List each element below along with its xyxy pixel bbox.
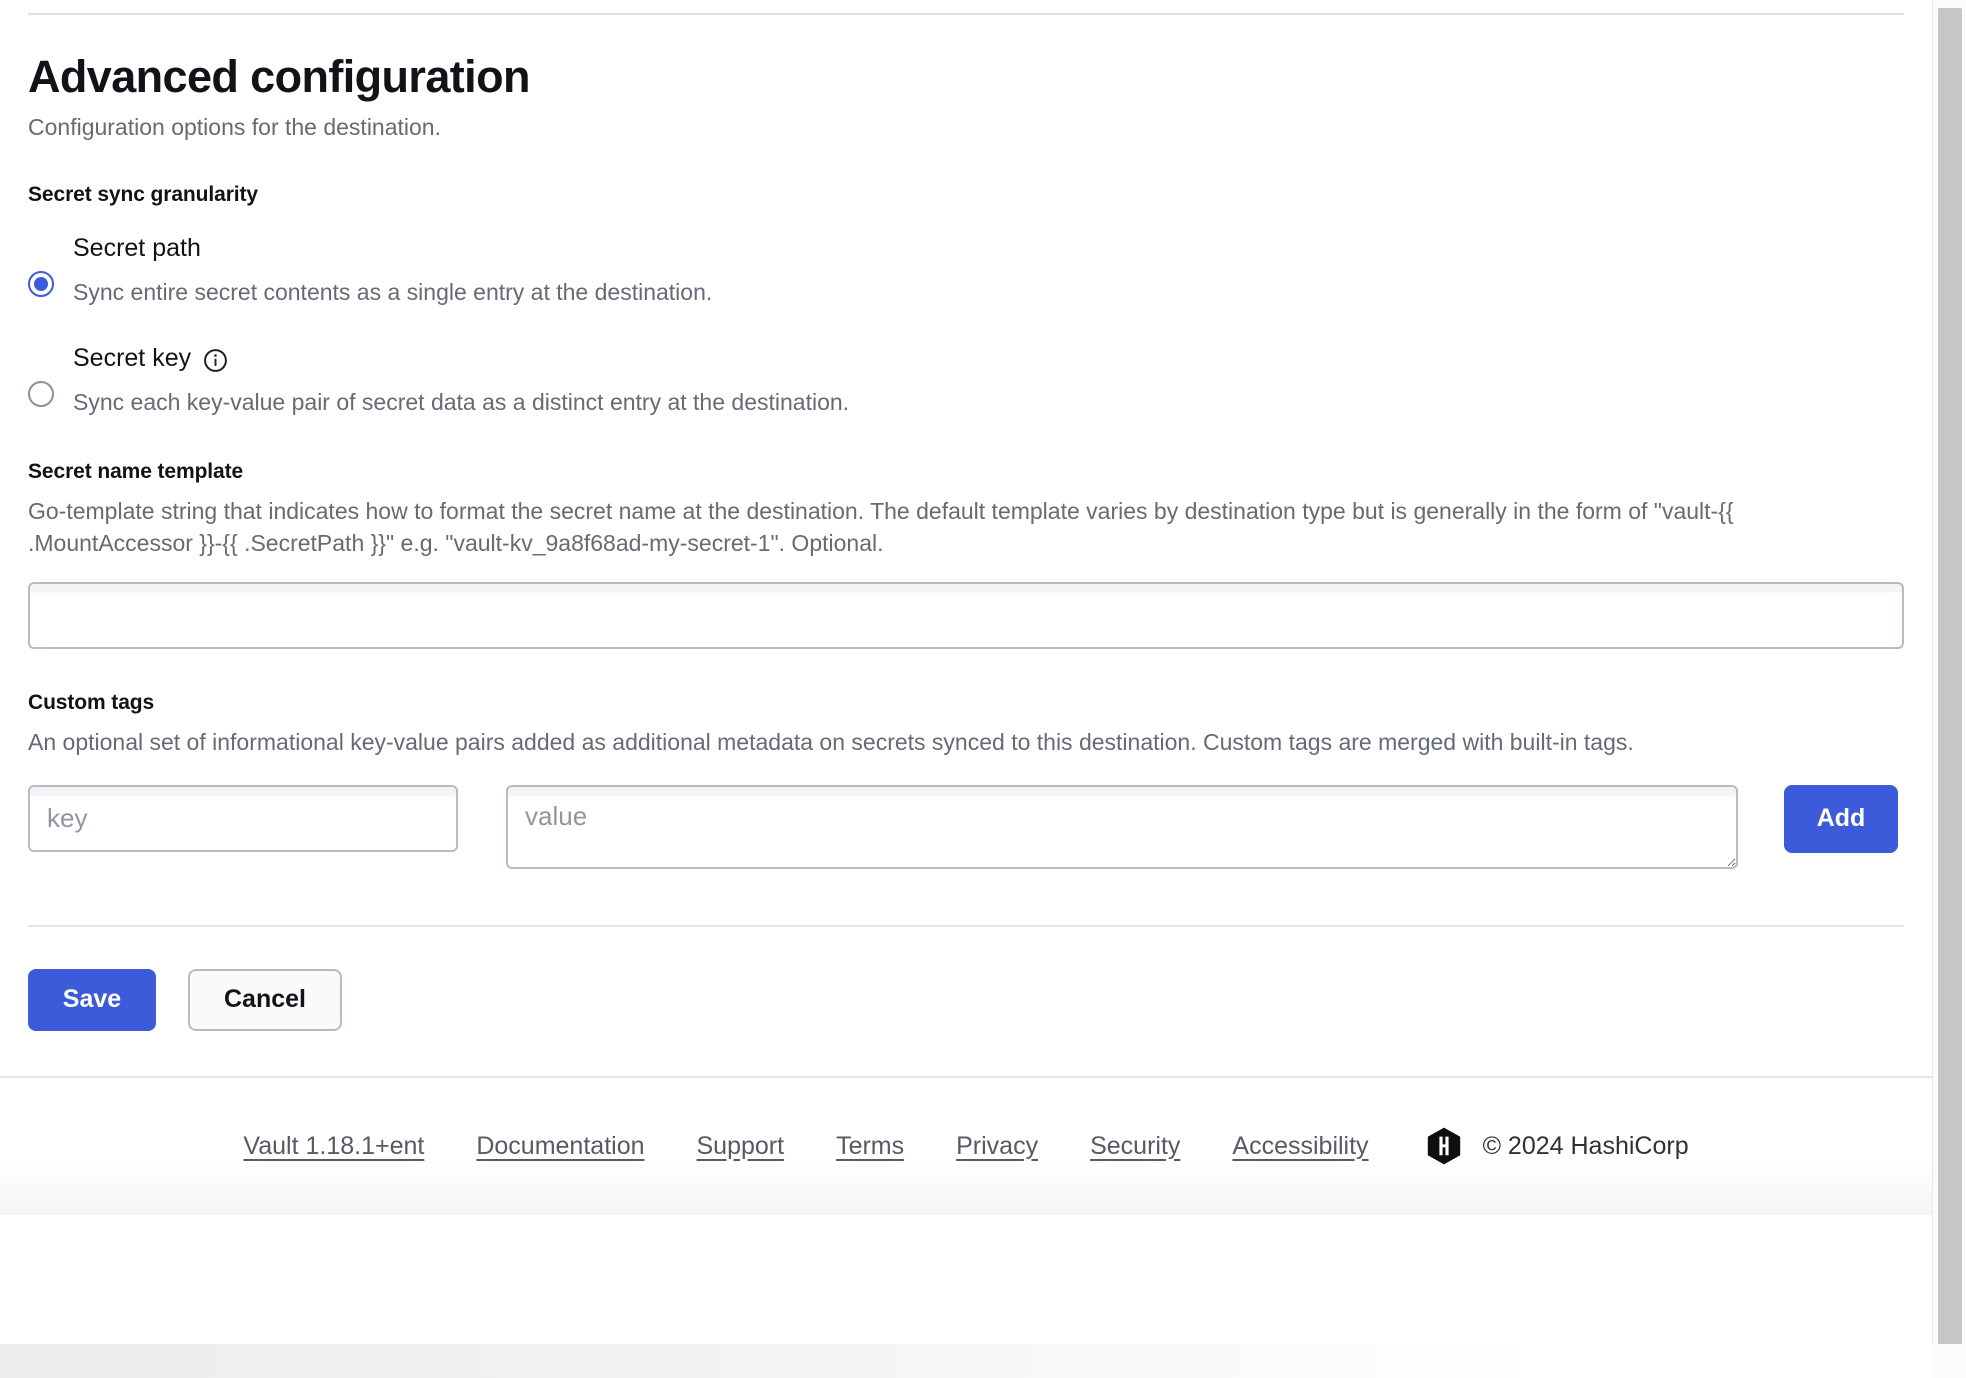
radio-secret-path-label: Secret path — [73, 234, 201, 263]
main-scroll-viewport[interactable]: Advanced configuration Configuration opt… — [0, 0, 1932, 1378]
add-custom-tag-button[interactable]: Add — [1784, 784, 1898, 853]
footer-link-version[interactable]: Vault 1.18.1+ent — [243, 1132, 424, 1161]
save-button[interactable]: Save — [28, 968, 156, 1031]
secret-name-template-help: Go-template string that indicates how to… — [28, 497, 1734, 557]
page-title: Advanced configuration — [28, 51, 530, 102]
radio-secret-key-description: Sync each key-value pair of secret data … — [73, 388, 850, 415]
radio-secret-key-body: Secret key Sync each key-value pair of s… — [73, 343, 1904, 417]
radio-option-secret-path[interactable]: Secret path Sync entire secret contents … — [28, 233, 1904, 307]
custom-tag-value-input[interactable] — [506, 784, 1738, 869]
actions-divider — [28, 924, 1904, 927]
secret-sync-granularity-radio-group: Secret path Sync entire secret contents … — [28, 233, 1904, 417]
custom-tag-key-input[interactable] — [28, 784, 458, 852]
radio-secret-key-control[interactable] — [28, 381, 54, 408]
advanced-configuration-panel: Advanced configuration Configuration opt… — [0, 13, 1932, 1076]
page-subtitle: Configuration options for the destinatio… — [28, 114, 441, 141]
vertical-scrollbar-thumb[interactable] — [1938, 8, 1962, 1346]
custom-tags-row: Add — [28, 784, 1904, 869]
info-circle-icon[interactable] — [203, 348, 228, 373]
radio-secret-key-label: Secret key — [73, 344, 192, 373]
radio-secret-key-title-row: Secret key — [73, 343, 1904, 374]
horizontal-scrollbar[interactable] — [0, 1344, 1932, 1378]
vertical-scrollbar[interactable] — [1932, 0, 1966, 1378]
app-root: Advanced configuration Configuration opt… — [0, 0, 1966, 1378]
footer-links: Vault 1.18.1+ent Documentation Support T… — [243, 1127, 1689, 1165]
scrollbar-corner — [1932, 1344, 1966, 1378]
section-top-divider — [28, 13, 1904, 15]
footer-copyright: © 2024 HashiCorp — [1482, 1131, 1689, 1160]
custom-tags-label: Custom tags — [28, 690, 155, 714]
hashicorp-logo-icon — [1427, 1127, 1461, 1165]
secret-name-template-input[interactable] — [28, 581, 1904, 649]
radio-option-secret-key[interactable]: Secret key Sync each key-value pair of s… — [28, 343, 1904, 417]
footer-link-terms[interactable]: Terms — [836, 1132, 904, 1161]
radio-secret-path-body: Secret path Sync entire secret contents … — [73, 233, 1904, 307]
footer-link-documentation[interactable]: Documentation — [476, 1132, 644, 1161]
form-actions: Save Cancel — [28, 968, 1904, 1076]
secret-name-template-label: Secret name template — [28, 459, 244, 483]
secret-sync-granularity-label: Secret sync granularity — [28, 183, 258, 207]
radio-secret-path-control[interactable] — [28, 271, 54, 298]
footer-link-accessibility[interactable]: Accessibility — [1232, 1132, 1368, 1161]
cancel-button[interactable]: Cancel — [188, 968, 342, 1031]
footer-link-support[interactable]: Support — [697, 1132, 785, 1161]
footer-link-security[interactable]: Security — [1090, 1132, 1180, 1161]
page-footer: Vault 1.18.1+ent Documentation Support T… — [0, 1075, 1932, 1215]
footer-link-privacy[interactable]: Privacy — [956, 1132, 1038, 1161]
radio-secret-path-title-row: Secret path — [73, 233, 1904, 264]
radio-secret-path-description: Sync entire secret contents as a single … — [73, 278, 713, 305]
custom-tags-help: An optional set of informational key-val… — [28, 728, 1634, 755]
